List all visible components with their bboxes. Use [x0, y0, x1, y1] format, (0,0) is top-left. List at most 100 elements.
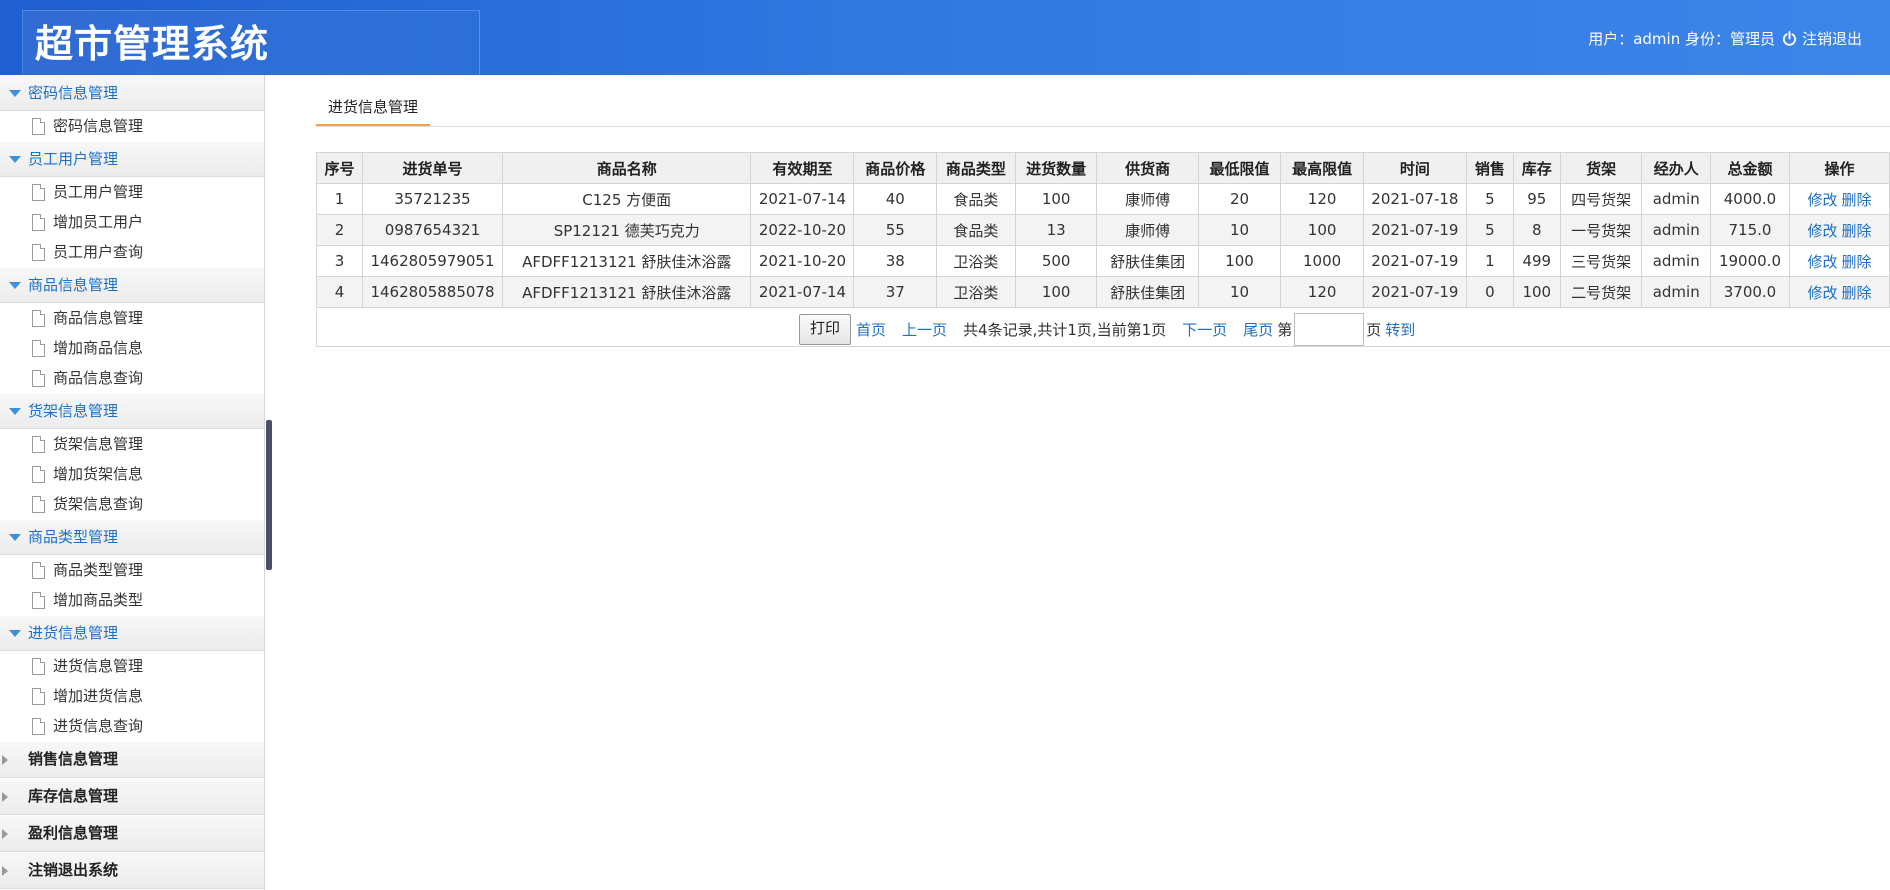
sidebar-item-0-0[interactable]: 密码信息管理 — [0, 111, 264, 141]
table-cell: AFDFF1213121 舒肤佳沐浴露 — [501, 245, 752, 277]
table-cell: 10 — [1197, 276, 1282, 308]
table-cell: 舒肤佳集团 — [1096, 245, 1199, 277]
sidebar-group-2[interactable]: 商品信息管理 — [0, 267, 264, 303]
sidebar-group-1[interactable]: 员工用户管理 — [0, 141, 264, 177]
column-header: 进货单号 — [362, 152, 503, 184]
table-cell: 2021-07-14 — [750, 276, 855, 308]
sidebar-item-5-0[interactable]: 进货信息管理 — [0, 651, 264, 681]
table-cell: C125 方便面 — [501, 183, 752, 215]
sidebar-item-label: 增加商品类型 — [53, 591, 144, 609]
next-page-link[interactable]: 下一页 — [1182, 319, 1227, 340]
sidebar-group-label: 进货信息管理 — [28, 624, 119, 642]
delete-link[interactable]: 删除 — [1841, 222, 1871, 240]
sidebar: 密码信息管理 密码信息管理 员工用户管理 员工用户管理 增加员工用户 员工用户查询 商品信息… — [0, 75, 265, 890]
document-icon — [32, 718, 45, 735]
document-icon — [32, 214, 45, 231]
prev-page-link[interactable]: 上一页 — [902, 319, 947, 340]
page-number-input[interactable] — [1294, 313, 1365, 346]
sidebar-item-label: 货架信息查询 — [53, 495, 144, 513]
table-cell: 13 — [1014, 214, 1098, 246]
logout-button[interactable]: 注销退出 — [1782, 28, 1890, 49]
sidebar-splitter-handle[interactable] — [266, 420, 272, 570]
table-cell: 95 — [1512, 183, 1561, 215]
table-cell: 40 — [853, 183, 938, 215]
document-icon — [32, 658, 45, 675]
sidebar-item-5-2[interactable]: 进货信息查询 — [0, 711, 264, 741]
edit-link[interactable]: 修改 — [1807, 191, 1837, 209]
sidebar-group-label: 商品信息管理 — [28, 276, 119, 294]
document-icon — [32, 496, 45, 513]
table-cell: 5 — [1465, 183, 1514, 215]
table-cell: admin — [1641, 183, 1712, 215]
table-cell: 2 — [316, 214, 363, 246]
table-cell: 55 — [853, 214, 938, 246]
table-cell: 0 — [1465, 276, 1514, 308]
edit-link[interactable]: 修改 — [1807, 222, 1837, 240]
sidebar-item-4-0[interactable]: 商品类型管理 — [0, 555, 264, 585]
print-button[interactable]: 打印 — [799, 314, 852, 345]
table-cell: 卫浴类 — [936, 276, 1016, 308]
sidebar-item-5-1[interactable]: 增加进货信息 — [0, 681, 264, 711]
delete-link[interactable]: 删除 — [1841, 284, 1871, 302]
sidebar-group-label: 商品类型管理 — [28, 528, 119, 546]
table-cell: 四号货架 — [1559, 183, 1643, 215]
sidebar-group-7[interactable]: 库存信息管理 — [0, 778, 264, 815]
goto-page-link[interactable]: 转到 — [1385, 319, 1415, 340]
sidebar-item-3-2[interactable]: 货架信息查询 — [0, 489, 264, 519]
sidebar-item-label: 员工用户查询 — [53, 243, 144, 261]
table-cell: 2021-07-14 — [750, 183, 855, 215]
table-cell: 499 — [1512, 245, 1561, 277]
triangle-right-icon — [2, 829, 8, 839]
sidebar-item-3-1[interactable]: 增加货架信息 — [0, 459, 264, 489]
sidebar-item-label: 货架信息管理 — [53, 435, 144, 453]
sidebar-group-9[interactable]: 注销退出系统 — [0, 852, 264, 889]
table-cell: 100 — [1512, 276, 1561, 308]
table-cell: admin — [1641, 214, 1712, 246]
row-actions: 修改 删除 — [1788, 245, 1890, 277]
sidebar-group-8[interactable]: 盈利信息管理 — [0, 815, 264, 852]
table-cell: 三号货架 — [1559, 245, 1643, 277]
sidebar-item-2-0[interactable]: 商品信息管理 — [0, 303, 264, 333]
last-page-link[interactable]: 尾页 — [1243, 319, 1273, 340]
table-cell: 4000.0 — [1710, 183, 1790, 215]
sidebar-group-0[interactable]: 密码信息管理 — [0, 75, 264, 111]
edit-link[interactable]: 修改 — [1807, 253, 1837, 271]
delete-link[interactable]: 删除 — [1841, 253, 1871, 271]
table-cell: 20 — [1197, 183, 1282, 215]
column-header: 经办人 — [1641, 152, 1712, 184]
sidebar-item-1-2[interactable]: 员工用户查询 — [0, 237, 264, 267]
edit-link[interactable]: 修改 — [1807, 284, 1837, 302]
page-suffix: 页 — [1366, 321, 1382, 339]
sidebar-item-1-0[interactable]: 员工用户管理 — [0, 177, 264, 207]
table-cell: 5 — [1465, 214, 1514, 246]
app-title: 超市管理系统 — [35, 22, 270, 66]
sidebar-item-2-2[interactable]: 商品信息查询 — [0, 363, 264, 393]
sidebar-item-4-1[interactable]: 增加商品类型 — [0, 585, 264, 615]
sidebar-group-3[interactable]: 货架信息管理 — [0, 393, 264, 429]
page-summary: 共4条记录,共计1页,当前第1页 — [963, 321, 1167, 339]
table-cell: 3 — [316, 245, 363, 277]
tab-purchase-management[interactable]: 进货信息管理 — [316, 90, 431, 126]
column-header: 进货数量 — [1014, 152, 1098, 184]
sidebar-item-2-1[interactable]: 增加商品信息 — [0, 333, 264, 363]
sidebar-group-4[interactable]: 商品类型管理 — [0, 519, 264, 555]
column-header: 货架 — [1559, 152, 1643, 184]
table-cell: 19000.0 — [1710, 245, 1790, 277]
first-page-link[interactable]: 首页 — [856, 319, 886, 340]
row-actions: 修改 删除 — [1788, 276, 1890, 308]
document-icon — [32, 370, 45, 387]
table-cell: 120 — [1280, 183, 1364, 215]
sidebar-item-3-0[interactable]: 货架信息管理 — [0, 429, 264, 459]
triangle-right-icon — [2, 755, 8, 765]
triangle-down-icon — [9, 156, 21, 163]
column-header: 供货商 — [1096, 152, 1199, 184]
column-header: 序号 — [316, 152, 363, 184]
delete-link[interactable]: 删除 — [1841, 191, 1871, 209]
sidebar-group-6[interactable]: 销售信息管理 — [0, 741, 264, 778]
table-cell: 2022-10-20 — [750, 214, 855, 246]
column-header: 操作 — [1788, 152, 1890, 184]
sidebar-item-1-1[interactable]: 增加员工用户 — [0, 207, 264, 237]
sidebar-group-5[interactable]: 进货信息管理 — [0, 615, 264, 651]
table-row: 2 0987654321 SP12121 德芙巧克力 2022-10-20 55 食品类 1… — [316, 214, 1890, 246]
sidebar-item-label: 商品类型管理 — [53, 561, 144, 579]
